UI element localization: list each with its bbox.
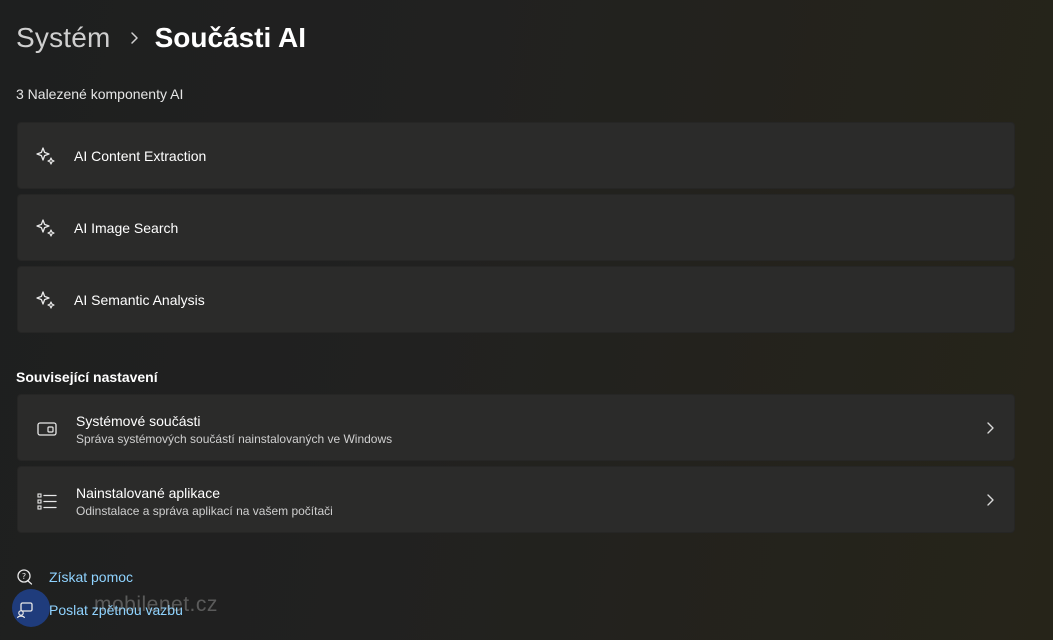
setting-texts: Nainstalované aplikace Odinstalace a spr… — [76, 484, 333, 519]
installed-apps-link[interactable]: Nainstalované aplikace Odinstalace a spr… — [17, 466, 1015, 533]
list-icon — [36, 490, 58, 512]
component-label: AI Image Search — [74, 219, 179, 236]
component-card-content-extraction: AI Content Extraction — [17, 122, 1015, 189]
component-label: AI Content Extraction — [74, 147, 207, 164]
setting-texts: Systémové součásti Správa systémových so… — [76, 412, 392, 447]
page-title: Součásti AI — [154, 22, 307, 53]
sparkle-icon — [35, 290, 57, 312]
component-card-image-search: AI Image Search — [17, 194, 1015, 261]
related-settings-heading: Související nastavení — [16, 369, 158, 385]
svg-text:?: ? — [22, 572, 26, 581]
sparkle-icon — [35, 146, 57, 168]
chevron-right-icon — [119, 18, 149, 58]
window-icon — [36, 418, 58, 440]
setting-subtitle: Správa systémových součástí nainstalovan… — [76, 432, 393, 446]
sparkle-icon — [35, 218, 57, 240]
components-count-label: 3 Nalezené komponenty AI — [16, 86, 184, 102]
watermark-text: mobilenet.cz — [94, 593, 218, 616]
setting-title: Nainstalované aplikace — [76, 485, 220, 501]
chevron-right-icon — [984, 492, 996, 508]
setting-subtitle: Odinstalace a správa aplikací na vašem p… — [76, 504, 333, 518]
feedback-icon — [16, 601, 34, 619]
chevron-right-icon — [984, 420, 996, 436]
setting-title: Systémové součásti — [76, 413, 201, 429]
help-chat-icon: ? — [16, 568, 34, 586]
get-help-link[interactable]: ? Získat pomoc — [16, 568, 133, 586]
component-label: AI Semantic Analysis — [74, 291, 205, 308]
component-card-semantic-analysis: AI Semantic Analysis — [17, 266, 1015, 333]
get-help-text[interactable]: Získat pomoc — [49, 569, 133, 585]
breadcrumb-system-link[interactable]: Systém — [16, 22, 111, 54]
breadcrumb: Systém Součásti AI — [16, 18, 306, 58]
system-components-link[interactable]: Systémové součásti Správa systémových so… — [17, 394, 1015, 461]
